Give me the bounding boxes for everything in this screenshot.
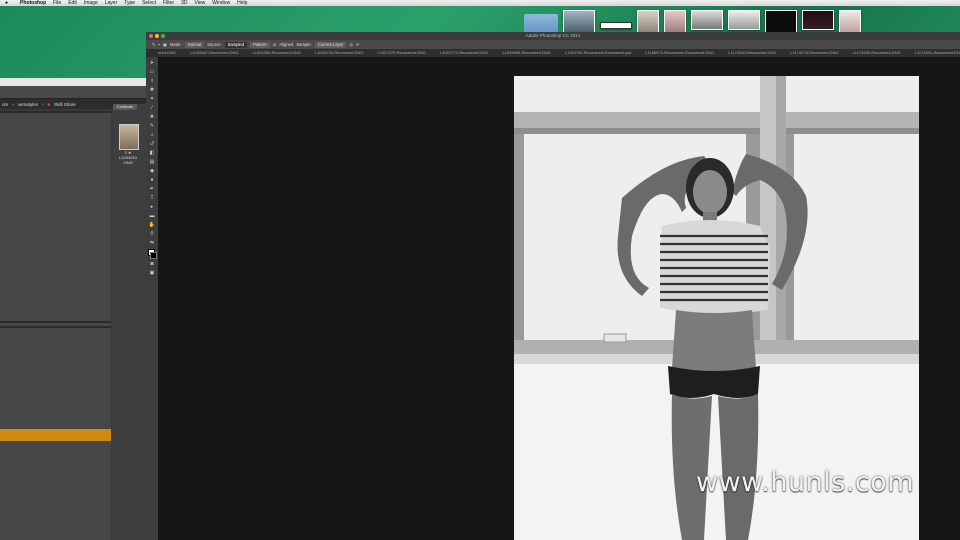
document-tab[interactable]: L1003187-Recovered.DNG — [190, 49, 238, 57]
breadcrumb-current[interactable]: Skill Share — [54, 102, 76, 107]
breadcrumb-separator-icon: › — [42, 101, 44, 107]
crop-tool-icon[interactable]: ⌗ — [148, 96, 156, 102]
document-tab[interactable]: L1001055-Recovered.DNG — [253, 49, 301, 57]
bridge-toolbar — [0, 86, 146, 99]
brush-tool-icon[interactable]: ✎ — [148, 123, 156, 129]
swap-colors-icon[interactable]: ⇆ — [148, 240, 156, 246]
tab-contents[interactable]: Contents — [113, 104, 137, 110]
bridge-left-panel — [0, 111, 111, 540]
face — [693, 170, 727, 214]
zoom-tool-icon[interactable]: ⚲ — [148, 231, 156, 237]
file-thumbnail[interactable] — [119, 124, 139, 150]
document-tab[interactable]: L1007273-Recovered.DNG — [440, 49, 488, 57]
red-folder-icon: ■ — [47, 101, 51, 107]
window-frame-shadow — [514, 128, 919, 134]
dodge-tool-icon[interactable]: ● — [148, 177, 156, 183]
history-brush-tool-icon[interactable]: ↺ — [148, 141, 156, 147]
blur-tool-icon[interactable]: ◆ — [148, 168, 156, 174]
clone-source-icon[interactable]: ▣ — [163, 42, 167, 47]
breadcrumb-item[interactable]: versatyles — [18, 102, 38, 107]
move-tool-icon[interactable]: ➤ — [148, 60, 156, 66]
screen-mode-icon[interactable]: ▣ — [148, 270, 156, 276]
quick-mask-icon[interactable]: ◙ — [148, 261, 156, 267]
photo-thumbnail[interactable] — [839, 10, 861, 34]
document-tab[interactable]: L1163790-Recovered-Recovered.psd — [565, 49, 631, 57]
source-pattern-button[interactable]: Pattern — [250, 41, 270, 48]
panel-divider[interactable] — [0, 321, 111, 323]
marquee-tool-icon[interactable]: ▭ — [148, 69, 156, 75]
watermark: www.hunls.com — [696, 467, 915, 498]
eyedropper-tool-icon[interactable]: ⁄ — [148, 105, 156, 111]
source-label: Source: — [207, 42, 222, 47]
shape-tool-icon[interactable]: ▬ — [148, 213, 156, 219]
window-frame-left — [514, 134, 524, 340]
photoshop-window: Adobe Photoshop CC 2014 ✎ ▪ ▣ Mode: Norm… — [146, 32, 960, 540]
sample-label: Sample: — [296, 42, 312, 47]
photo-thumbnail[interactable] — [728, 10, 760, 30]
photo-thumbnail[interactable] — [765, 10, 797, 34]
ps-titlebar: Adobe Photoshop CC 2014 — [146, 32, 960, 40]
torso — [672, 310, 756, 372]
document-tab[interactable]: L1174275-Recovered.DNG — [790, 49, 838, 57]
photo-thumbnail[interactable] — [802, 10, 834, 30]
healing-brush-icon[interactable]: ✎ — [152, 42, 156, 47]
document-tabs: ered.DNG L1003187-Recovered.DNG L1001055… — [146, 49, 960, 57]
background-color-swatch[interactable] — [150, 252, 157, 259]
document-tab[interactable]: L1174240-Recovered.DNG — [728, 49, 776, 57]
breadcrumb-separator-icon: › — [12, 101, 14, 107]
photo-thumbnail[interactable] — [664, 10, 686, 34]
document-tab[interactable]: ered.DNG — [158, 49, 176, 57]
file-label: 3 ★ L1004013 .DNG — [113, 150, 143, 165]
document-tab[interactable]: L1007270-Recovered.DNG — [377, 49, 425, 57]
photo-thumbnail[interactable] — [563, 10, 595, 34]
document-tab[interactable]: L1009969-Recovered.DNG — [502, 49, 550, 57]
bridge-titlebar — [0, 78, 146, 86]
window-frame-top — [514, 112, 919, 128]
gradient-tool-icon[interactable]: ▤ — [148, 159, 156, 165]
sample-select[interactable]: Current Layer — [314, 41, 347, 48]
tools-panel: ➤ ▭ ℓ ✱ ⌗ ⁄ ✚ ✎ ⊥ ↺ ◧ ▤ ◆ ● ✒ T ▸ ▬ ✋ ⚲ … — [146, 57, 158, 540]
photo-thumbnail[interactable] — [691, 10, 723, 30]
window-thumbnail[interactable] — [600, 22, 632, 29]
clone-stamp-tool-icon[interactable]: ⊥ — [148, 132, 156, 138]
ignore-adjustment-icon[interactable]: ◎ — [349, 42, 353, 47]
bridge-window: om › versatyles › ■ Skill Share Contents… — [0, 78, 146, 540]
window-latch — [603, 333, 627, 343]
type-tool-icon[interactable]: T — [148, 195, 156, 201]
hand-tool-icon[interactable]: ✋ — [148, 222, 156, 228]
aligned-label: Aligned — [279, 42, 294, 47]
mode-label: Mode: — [169, 42, 182, 47]
quick-select-tool-icon[interactable]: ✱ — [148, 87, 156, 93]
breadcrumb-item[interactable]: om — [2, 102, 8, 107]
color-swatches[interactable] — [148, 249, 157, 259]
healing-tool-icon[interactable]: ✚ — [148, 114, 156, 120]
window-title: Adobe Photoshop CC 2014 — [525, 33, 581, 38]
aligned-checkbox[interactable]: ☑ — [273, 42, 277, 47]
pen-tool-icon[interactable]: ✒ — [148, 186, 156, 192]
mode-select[interactable]: Normal — [184, 41, 205, 48]
panel-divider[interactable] — [0, 111, 111, 113]
selected-item-highlight[interactable] — [0, 429, 111, 441]
document-tab[interactable]: L1174301-Recovered.DNG — [915, 49, 960, 57]
brush-size-icon[interactable]: ▪ — [159, 42, 161, 47]
file-extension: .DNG — [123, 160, 133, 165]
panel-divider[interactable] — [0, 326, 111, 328]
document-tab[interactable]: L1166973-Recovered-Recovered.DNG — [645, 49, 714, 57]
eraser-tool-icon[interactable]: ◧ — [148, 150, 156, 156]
pressure-icon[interactable]: ✐ — [356, 42, 360, 47]
path-select-tool-icon[interactable]: ▸ — [148, 204, 156, 210]
document-tab[interactable]: L1000139-Recovered.DNG — [315, 49, 363, 57]
document-tab[interactable]: L1174290-Recovered.DNG — [853, 49, 901, 57]
photo-thumbnail[interactable] — [637, 10, 659, 34]
source-sampled-button[interactable]: Sampled — [224, 41, 248, 48]
lasso-tool-icon[interactable]: ℓ — [148, 78, 156, 84]
bridge-content-panel: Contents 3 ★ L1004013 .DNG — [113, 104, 146, 540]
